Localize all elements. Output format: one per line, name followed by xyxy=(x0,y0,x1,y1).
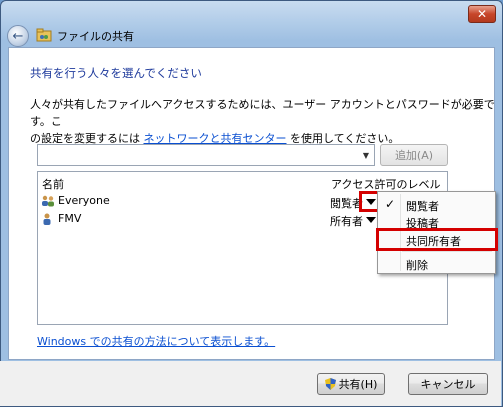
checkmark-icon: ✓ xyxy=(385,197,396,211)
cancel-button[interactable]: キャンセル xyxy=(408,373,488,395)
page-heading: 共有を行う人々を選んでください xyxy=(30,66,202,80)
close-icon: ✕ xyxy=(476,7,488,21)
title-bar: ← ファイルの共有 ✕ xyxy=(1,1,502,47)
column-header-permission[interactable]: アクセス許可のレベル xyxy=(331,176,440,192)
menu-item-label: 削除 xyxy=(406,259,428,272)
menu-item-label: 閲覧者 xyxy=(406,200,439,213)
perm-dropdown-fmv-icon[interactable] xyxy=(366,217,376,223)
help-sharing-link[interactable]: Windows での共有の方法について表示します。 xyxy=(37,333,275,349)
share-button[interactable]: 共有(H) xyxy=(317,373,385,395)
description-line-1: 人々が共有したファイルへアクセスするためには、ユーザー アカウントとパスワードが… xyxy=(30,98,495,128)
column-header-name[interactable]: 名前 xyxy=(42,176,64,192)
row-perm-fmv: 所有者 xyxy=(330,215,363,228)
uac-shield-icon xyxy=(324,378,336,390)
back-button[interactable]: ← xyxy=(7,25,29,47)
shared-folder-icon xyxy=(36,28,52,42)
row-label-fmv: FMV xyxy=(58,212,82,225)
close-button[interactable]: ✕ xyxy=(468,5,496,23)
button-bar: 共有(H) キャンセル xyxy=(0,361,501,406)
menu-item-reader[interactable]: ✓ 閲覧者 xyxy=(378,196,495,214)
window-title: ファイルの共有 xyxy=(57,30,134,43)
user-icon xyxy=(43,213,51,225)
combo-dropdown-icon[interactable]: ▼ xyxy=(360,148,372,162)
user-combo-box[interactable]: ▼ xyxy=(37,144,375,166)
highlight-co-owner-box xyxy=(376,228,498,251)
row-label-everyone: Everyone xyxy=(58,194,110,207)
list-row-name: FMV xyxy=(41,212,81,225)
list-row-name: Everyone xyxy=(41,194,110,207)
menu-separator xyxy=(402,251,492,252)
menu-item-remove[interactable]: 削除 xyxy=(378,255,495,273)
share-button-label: 共有(H) xyxy=(338,378,378,391)
add-button[interactable]: 追加(A) xyxy=(380,144,448,166)
group-icon xyxy=(42,195,54,207)
description-text: 人々が共有したファイルへアクセスするためには、ユーザー アカウントとパスワードが… xyxy=(30,96,496,147)
back-arrow-icon: ← xyxy=(12,28,24,44)
